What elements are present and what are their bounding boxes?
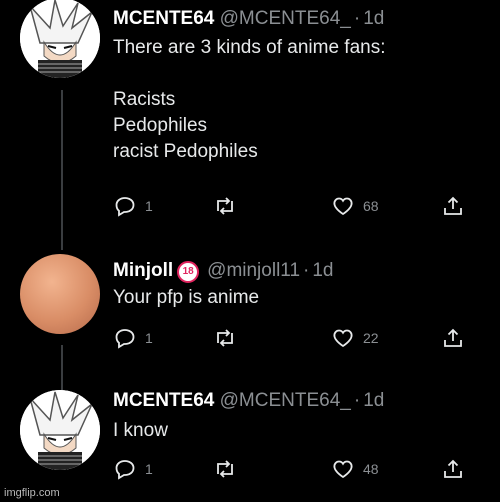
tweet-actions: 1 68	[113, 194, 473, 220]
share-icon	[444, 459, 462, 478]
tweet-actions: 1 48	[113, 457, 473, 483]
heart-icon	[333, 329, 353, 348]
user-handle[interactable]: @MCENTE64_	[220, 390, 351, 411]
retweet-button[interactable]	[213, 457, 245, 481]
tweet[interactable]: MCENTE64 @MCENTE64_ · 1d There are 3 kinds…	[0, 0, 500, 240]
share-icon	[444, 328, 462, 347]
age-badge-icon: 18	[177, 261, 200, 283]
heart-icon	[333, 460, 353, 479]
share-button[interactable]	[441, 457, 465, 481]
display-name[interactable]: MCENTE64	[113, 8, 214, 29]
watermark: imgflip.com	[4, 487, 60, 499]
avatar[interactable]	[20, 0, 100, 78]
reply-button[interactable]: 1	[113, 194, 153, 218]
separator-dot: ·	[353, 390, 361, 411]
display-name[interactable]: Minjoll	[113, 260, 173, 281]
retweet-icon	[217, 197, 233, 215]
like-button[interactable]: 22	[331, 326, 379, 350]
reply-button[interactable]: 1	[113, 326, 153, 350]
reply-count: 1	[145, 330, 153, 346]
user-handle[interactable]: @minjoll11	[207, 260, 300, 281]
separator-dot: ·	[303, 260, 310, 281]
reply-icon	[115, 329, 135, 349]
retweet-icon	[217, 329, 233, 347]
anime-avatar-icon	[20, 390, 100, 470]
separator-dot: ·	[353, 8, 361, 29]
anime-avatar-icon	[20, 0, 100, 78]
tweet-text: I know	[113, 420, 168, 441]
like-count: 68	[363, 198, 379, 214]
reply-count: 1	[145, 198, 153, 214]
retweet-button[interactable]	[213, 194, 245, 218]
like-count: 48	[363, 461, 379, 477]
tweet-header: MCENTE64 @MCENTE64_ · 1d	[113, 8, 384, 30]
reply-icon	[115, 460, 135, 480]
reply-icon	[115, 197, 135, 217]
user-handle[interactable]: @MCENTE64_	[220, 8, 351, 29]
timestamp[interactable]: 1d	[312, 260, 333, 281]
share-button[interactable]	[441, 326, 465, 350]
reply-count: 1	[145, 461, 153, 477]
timestamp[interactable]: 1d	[363, 8, 384, 29]
avatar[interactable]	[20, 390, 100, 470]
retweet-icon	[217, 460, 233, 478]
share-button[interactable]	[441, 194, 465, 218]
tweet[interactable]: Minjoll 18 @minjoll11 · 1d Your pfp is anime…	[0, 250, 500, 360]
timestamp[interactable]: 1d	[363, 390, 384, 411]
avatar[interactable]	[20, 254, 100, 334]
like-count: 22	[363, 330, 379, 346]
reply-button[interactable]: 1	[113, 457, 153, 481]
like-button[interactable]: 48	[331, 457, 379, 481]
tweet-text: There are 3 kinds of anime fans: Racists…	[113, 37, 386, 162]
display-name[interactable]: MCENTE64	[113, 390, 214, 411]
heart-icon	[333, 197, 353, 216]
tweet-actions: 1 22	[113, 326, 473, 352]
tweet[interactable]: MCENTE64 @MCENTE64_ · 1d I know 1 48	[0, 382, 500, 492]
tweet-text: Your pfp is anime	[113, 287, 260, 308]
tweet-header: MCENTE64 @MCENTE64_ · 1d	[113, 390, 384, 412]
like-button[interactable]: 68	[331, 194, 379, 218]
tweet-header: Minjoll 18 @minjoll11 · 1d	[113, 260, 333, 283]
share-icon	[444, 196, 462, 215]
retweet-button[interactable]	[213, 326, 245, 350]
